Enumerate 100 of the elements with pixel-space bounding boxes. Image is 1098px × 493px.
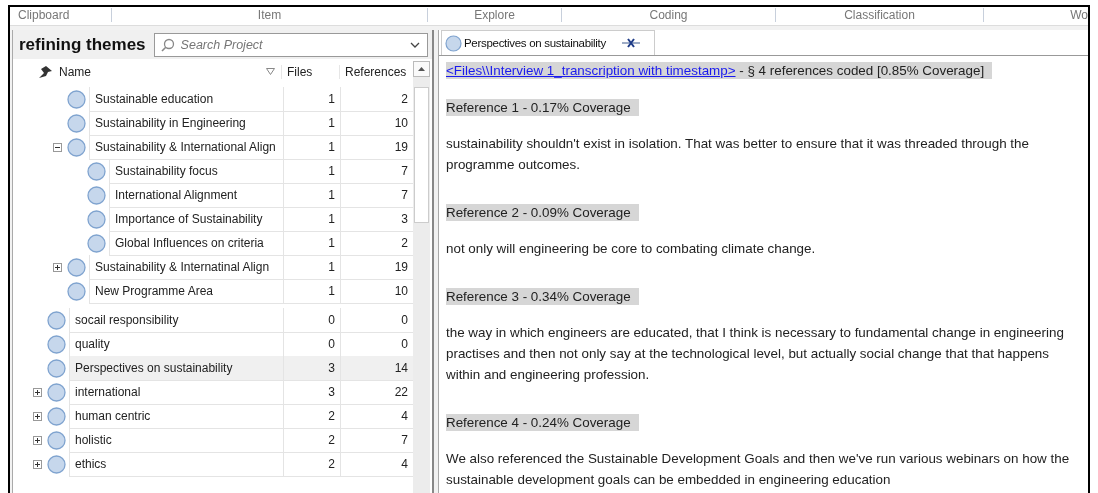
node-icon (67, 113, 86, 133)
ribbon-group-label: Wo (1070, 8, 1088, 22)
reference-text: We also referenced the Sustainable Development Goals and then we've run various webinars on how the sustainable development goals can be embedded in engineering education (446, 450, 1071, 489)
files-count: 2 (328, 432, 335, 447)
expand-icon[interactable] (33, 435, 42, 445)
references-count: 3 (401, 211, 408, 226)
node-name: Global Influences on criteria (114, 235, 265, 250)
references-count: 0 (401, 312, 408, 327)
tree-row[interactable]: Sustainable education 1 2 (89, 86, 413, 112)
node-name: International Alignment (114, 187, 239, 202)
ribbon-group-label: Coding (649, 8, 688, 22)
files-count: 1 (328, 283, 335, 298)
node-icon (47, 430, 66, 450)
source-header: <Files\\Interview 1_transcription with timestamp> - § 4 references coded [0.85% Coverage] (446, 62, 993, 79)
files-count: 1 (328, 235, 335, 250)
files-count: 1 (328, 187, 335, 202)
tree-row[interactable]: Sustainability & Internatinal Align 1 19 (89, 254, 413, 280)
references-count: 19 (394, 259, 408, 274)
node-name: New Programme Area (94, 283, 215, 298)
node-icon (67, 281, 86, 301)
tree-row[interactable]: Global Influences on criteria 1 2 (109, 230, 413, 256)
references-count: 2 (401, 91, 408, 106)
references-count: 4 (401, 408, 408, 423)
tree-row[interactable]: Sustainability & International Align 1 19 (89, 134, 413, 160)
node-name: Sustainability in Engineering (94, 115, 247, 130)
files-count: 2 (328, 456, 335, 471)
tab-label: Perspectives on sustainability (464, 37, 606, 49)
node-icon (67, 257, 86, 277)
node-name: Sustainability focus (114, 163, 219, 178)
tree-row[interactable]: Sustainability in Engineering 1 10 (89, 110, 413, 136)
node-icon (47, 454, 66, 474)
pin-close-icon[interactable] (621, 38, 640, 48)
files-count: 3 (328, 384, 335, 399)
node-icon (47, 406, 66, 426)
reference-text: not only will engineering be core to combating climate change. (446, 240, 817, 258)
reference-heading: Reference 1 - 0.17% Coverage (446, 99, 639, 116)
tree-row[interactable]: holistic 2 7 (69, 427, 413, 453)
expand-icon[interactable] (33, 459, 42, 469)
node-name: ethics (74, 456, 108, 471)
node-icon (47, 382, 66, 402)
tree-row[interactable]: Importance of Sustainability 1 3 (109, 206, 413, 232)
files-count: 1 (328, 163, 335, 178)
node-name: Sustainable education (94, 91, 215, 106)
scroll-up-icon[interactable] (413, 61, 430, 77)
source-link[interactable]: <Files\\Interview 1_transcription with timestamp> (446, 63, 736, 78)
tree-row[interactable]: human centric 2 4 (69, 403, 413, 429)
references-count: 7 (401, 432, 408, 447)
references-count: 0 (401, 336, 408, 351)
node-icon (67, 137, 86, 157)
node-name: Importance of Sustainability (114, 211, 264, 226)
search-field[interactable]: Search Project (153, 32, 428, 57)
reference-heading: Reference 3 - 0.34% Coverage (446, 288, 639, 305)
collapse-icon[interactable] (53, 142, 62, 152)
dropdown-caret-icon[interactable] (410, 41, 420, 48)
reference-text: the way in which engineers are educated, that I think is necessary to fundamental change in engineering practises and then not only say at the technological level, but actually social change that that happens within and engineering profession. (446, 324, 1065, 384)
expand-icon[interactable] (53, 262, 62, 272)
tree-row[interactable]: International Alignment 1 7 (109, 182, 413, 208)
references-count: 19 (394, 139, 408, 154)
node-icon (47, 358, 66, 378)
column-header[interactable]: Name (59, 64, 266, 79)
files-count: 3 (328, 360, 335, 375)
node-name: Perspectives on sustainability (74, 360, 234, 375)
references-count: 10 (394, 115, 408, 130)
node-name: holistic (74, 432, 113, 447)
references-count: 22 (394, 384, 408, 399)
node-name: international (74, 384, 142, 399)
tree-row[interactable]: Perspectives on sustainability 3 14 (69, 355, 413, 381)
detail-tab[interactable]: Perspectives on sustainability (441, 30, 655, 55)
node-name: quality (74, 336, 111, 351)
tree-row[interactable]: ethics 2 4 (69, 451, 413, 477)
column-header[interactable]: Files (281, 64, 339, 79)
ribbon-group-label: Classification (844, 8, 915, 22)
node-icon (47, 310, 66, 330)
node-icon (47, 334, 66, 354)
node-name: socail responsibility (74, 312, 180, 327)
tree-row[interactable]: Sustainability focus 1 7 (109, 158, 413, 184)
node-name: human centric (74, 408, 152, 423)
node-icon (87, 233, 106, 253)
search-icon (160, 37, 175, 52)
node-icon (445, 34, 462, 52)
pin-icon[interactable] (37, 64, 53, 79)
node-icon (87, 185, 106, 205)
files-count: 0 (328, 312, 335, 327)
expand-icon[interactable] (33, 387, 42, 397)
ribbon-group-label: Clipboard (18, 8, 70, 22)
tree-row[interactable]: socail responsibility 0 0 (69, 307, 413, 333)
ribbon-group-label: Item (257, 8, 282, 22)
references-count: 7 (401, 187, 408, 202)
tree-row[interactable]: international 3 22 (69, 379, 413, 405)
expand-icon[interactable] (33, 411, 42, 421)
node-name: Sustainability & International Align (94, 139, 277, 154)
files-count: 2 (328, 408, 335, 423)
reference-heading: Reference 2 - 0.09% Coverage (446, 204, 639, 221)
node-icon (87, 161, 106, 181)
reference-heading: Reference 4 - 0.24% Coverage (446, 414, 639, 431)
node-icon (67, 89, 86, 109)
tree-row[interactable]: New Programme Area 1 10 (89, 278, 413, 304)
sort-icon[interactable] (266, 68, 275, 75)
scrollbar[interactable] (413, 61, 430, 493)
scroll-thumb[interactable] (414, 87, 429, 223)
